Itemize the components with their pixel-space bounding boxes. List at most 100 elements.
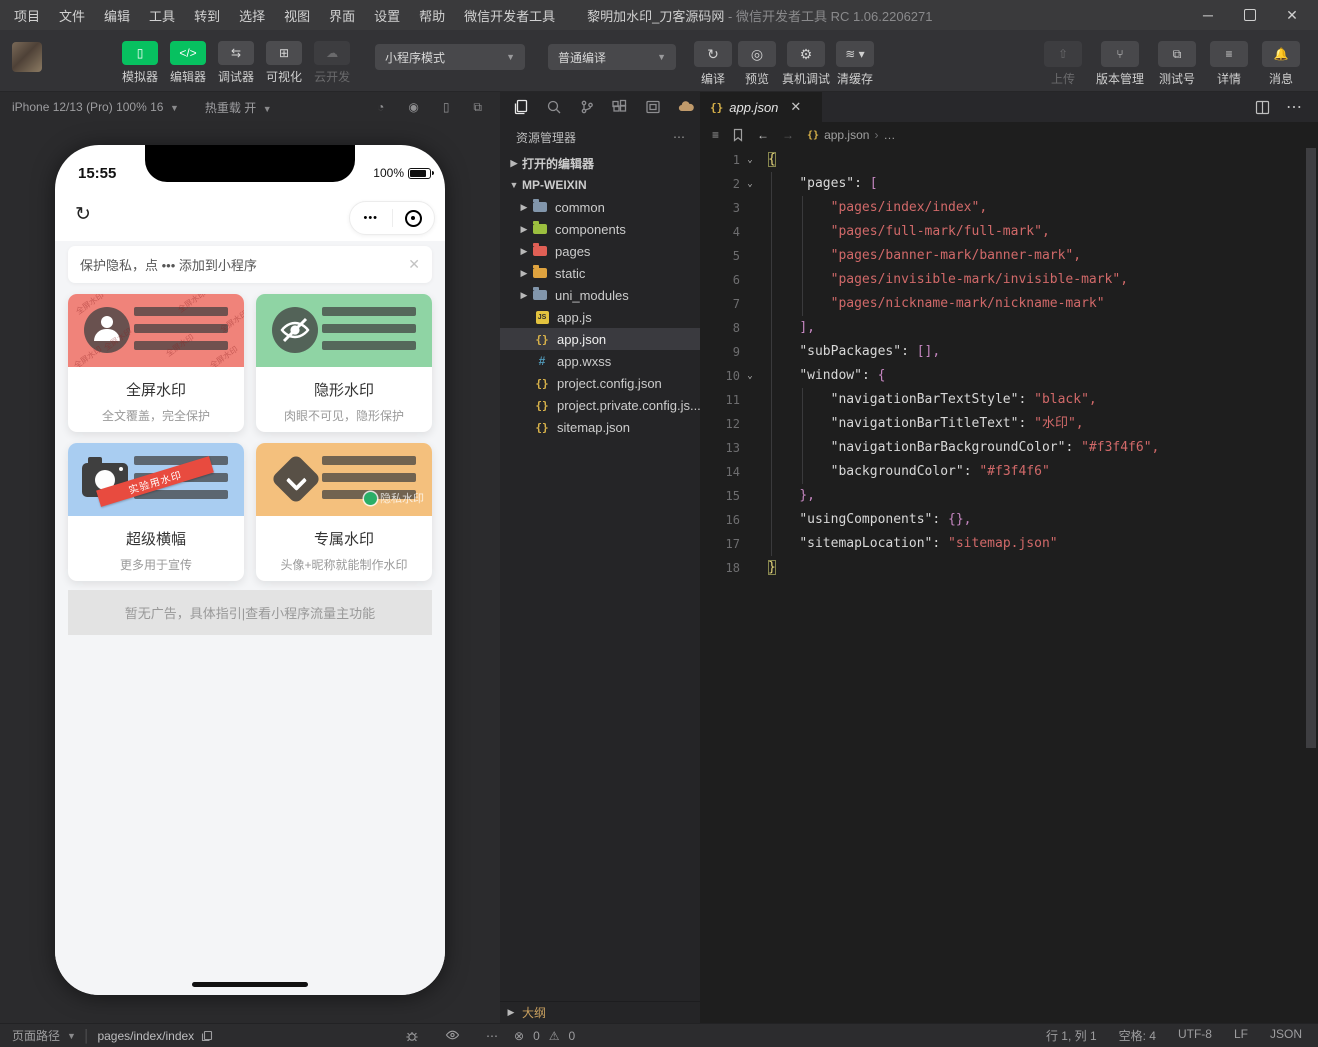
menu-item-工具[interactable]: 工具 <box>149 6 175 25</box>
menu-item-设置[interactable]: 设置 <box>374 6 400 25</box>
menu-icon[interactable]: ≡ <box>1210 41 1248 67</box>
status-item[interactable]: 行 1, 列 1 <box>1046 1027 1097 1044</box>
tree-item-project.config.json[interactable]: {} project.config.json <box>500 372 700 394</box>
action-预览[interactable]: ◎ 预览 <box>738 41 776 87</box>
action-清缓存[interactable]: ≋ ▾ 清缓存 <box>836 41 875 87</box>
window-icon[interactable] <box>645 99 661 115</box>
action-消息[interactable]: 🔔 消息 <box>1262 41 1300 87</box>
tree-item-components[interactable]: ▶ components <box>500 218 700 240</box>
problems-indicator[interactable]: ⊗ 0 ⚠ 0 <box>514 1029 575 1043</box>
code-line[interactable]: 9 "subPackages": [], <box>700 340 1304 364</box>
fold-icon[interactable]: ⌄ <box>740 172 760 196</box>
status-item[interactable]: UTF-8 <box>1178 1027 1212 1044</box>
action-版本管理[interactable]: ⑂ 版本管理 <box>1096 41 1144 87</box>
copy-icon[interactable] <box>201 1030 213 1042</box>
close-circle-icon[interactable] <box>393 209 435 227</box>
refresh-icon[interactable]: ↻ <box>694 41 732 67</box>
minimize-button[interactable]: ─ <box>1194 4 1222 26</box>
editor-scrollbar[interactable] <box>1304 148 1318 996</box>
mode-button-可视化[interactable]: ⊞ 可视化 <box>266 41 302 85</box>
miniprogram-capsule[interactable]: ••• <box>349 201 435 235</box>
source-control-icon[interactable] <box>579 99 595 115</box>
forward-icon[interactable]: → <box>782 128 794 142</box>
menu-item-微信开发者工具[interactable]: 微信开发者工具 <box>464 6 555 25</box>
outline-section[interactable]: ▶ 大纲 <box>500 1001 700 1023</box>
back-icon[interactable]: ← <box>757 128 769 142</box>
vconsole-icon[interactable] <box>405 1029 419 1043</box>
list-icon[interactable]: ≡ <box>712 128 719 142</box>
ad-placeholder[interactable]: 暂无广告，具体指引|查看小程序流量主功能 <box>68 590 432 635</box>
code-line[interactable]: 15 }, <box>700 484 1304 508</box>
hot-reload-toggle[interactable]: 热重载 开 ▼ <box>179 99 272 116</box>
files-icon[interactable] <box>513 99 529 115</box>
card-超级横幅[interactable]: 实验用水印 超级横幅 更多用于宣传 <box>68 443 244 581</box>
status-item[interactable]: JSON <box>1270 1027 1302 1044</box>
tree-section-打开的编辑器[interactable]: ▶ 打开的编辑器 <box>500 152 700 174</box>
tree-item-common[interactable]: ▶ common <box>500 196 700 218</box>
mode-button-编辑器[interactable]: </> 编辑器 <box>170 41 206 85</box>
eye-icon[interactable]: ◎ <box>738 41 776 67</box>
card-隐形水印[interactable]: 隐形水印 肉眼不可见，隐形保护 <box>256 294 432 432</box>
search-icon[interactable] <box>546 99 562 115</box>
tree-item-app.js[interactable]: JS app.js <box>500 306 700 328</box>
external-icon[interactable]: ⧉ <box>1158 41 1196 67</box>
close-tab-icon[interactable]: ✕ <box>790 99 801 115</box>
code-line[interactable]: 12 "navigationBarTitleText": "水印", <box>700 412 1304 436</box>
code-line[interactable]: 16 "usingComponents": {}, <box>700 508 1304 532</box>
tree-item-pages[interactable]: ▶ pages <box>500 240 700 262</box>
refresh-icon[interactable]: ↻ <box>75 203 91 226</box>
menu-item-编辑[interactable]: 编辑 <box>104 6 130 25</box>
action-测试号[interactable]: ⧉ 测试号 <box>1158 41 1196 87</box>
layers-icon[interactable]: ≋ ▾ <box>836 41 875 67</box>
code-line[interactable]: 18} <box>700 556 1304 580</box>
mode-button-调试器[interactable]: ⇆ 调试器 <box>218 41 254 85</box>
code-line[interactable]: 17 "sitemapLocation": "sitemap.json" <box>700 532 1304 556</box>
breadcrumb[interactable]: {} app.json › … <box>807 128 895 142</box>
compile-mode-dropdown[interactable]: 普通编译 ▼ <box>548 44 676 70</box>
code-line[interactable]: 8 ], <box>700 316 1304 340</box>
bookmark-icon[interactable] <box>732 128 744 142</box>
bug-icon[interactable]: ⚙ <box>787 41 825 67</box>
fold-icon[interactable]: ⌄ <box>740 148 760 172</box>
split-editor-icon[interactable] <box>1255 100 1270 115</box>
code-line[interactable]: 11 "navigationBarTextStyle": "black", <box>700 388 1304 412</box>
maximize-button[interactable] <box>1236 4 1264 26</box>
code-line[interactable]: 6 "pages/invisible-mark/invisible-mark", <box>700 268 1304 292</box>
menu-item-视图[interactable]: 视图 <box>284 6 310 25</box>
code-editor[interactable]: 1 ⌄{2 ⌄ "pages": [3 "pages/index/index", 4 … <box>700 148 1304 996</box>
tree-item-uni_modules[interactable]: ▶ uni_modules <box>500 284 700 306</box>
menu-item-转到[interactable]: 转到 <box>194 6 220 25</box>
program-mode-dropdown[interactable]: 小程序模式 ▼ <box>375 44 525 70</box>
code-line[interactable]: 1 ⌄ { <box>700 148 1304 172</box>
cloud-icon[interactable] <box>678 99 695 115</box>
device-selector[interactable]: iPhone 12/13 (Pro) 100% 16 ▼ <box>0 100 179 114</box>
menu-item-帮助[interactable]: 帮助 <box>419 6 445 25</box>
branch-icon[interactable]: ⑂ <box>1100 41 1139 67</box>
bell-icon[interactable]: 🔔 <box>1262 41 1300 67</box>
action-详情[interactable]: ≡ 详情 <box>1210 41 1248 87</box>
code-line[interactable]: 13 "navigationBarBackgroundColor": "#f3f… <box>700 436 1304 460</box>
more-icon[interactable]: ⋯ <box>486 1029 498 1043</box>
code-line[interactable]: 2 ⌄ "pages": [ <box>700 172 1304 196</box>
close-icon[interactable]: ✕ <box>408 256 420 273</box>
menu-item-界面[interactable]: 界面 <box>329 6 355 25</box>
card-专属水印[interactable]: 隐私水印 专属水印 头像+昵称就能制作水印 <box>256 443 432 581</box>
tree-item-sitemap.json[interactable]: {} sitemap.json <box>500 416 700 438</box>
code-line[interactable]: 10 ⌄ "window": { <box>700 364 1304 388</box>
close-button[interactable]: ✕ <box>1278 4 1306 26</box>
tree-section-MP-WEIXIN[interactable]: ▼ MP-WEIXIN <box>500 174 700 196</box>
restart-icon[interactable]: ◔ <box>377 100 384 115</box>
code-line[interactable]: 3 "pages/index/index", <box>700 196 1304 220</box>
tree-item-app.json[interactable]: {} app.json <box>500 328 700 350</box>
code-line[interactable]: 7 "pages/nickname-mark/nickname-mark" <box>700 292 1304 316</box>
menu-item-项目[interactable]: 项目 <box>14 6 40 25</box>
more-actions-icon[interactable]: ⋯ <box>1286 97 1302 117</box>
tree-item-static[interactable]: ▶ static <box>500 262 700 284</box>
multi-window-icon[interactable]: ⧉ <box>473 100 482 115</box>
action-编译[interactable]: ↻ 编译 <box>694 41 732 87</box>
menu-item-选择[interactable]: 选择 <box>239 6 265 25</box>
device-icon[interactable]: ▯ <box>443 100 450 115</box>
action-真机调试[interactable]: ⚙ 真机调试 <box>782 41 830 87</box>
scrollbar-thumb[interactable] <box>1306 148 1316 748</box>
tree-item-project.private.config.js...[interactable]: {} project.private.config.js... <box>500 394 700 416</box>
